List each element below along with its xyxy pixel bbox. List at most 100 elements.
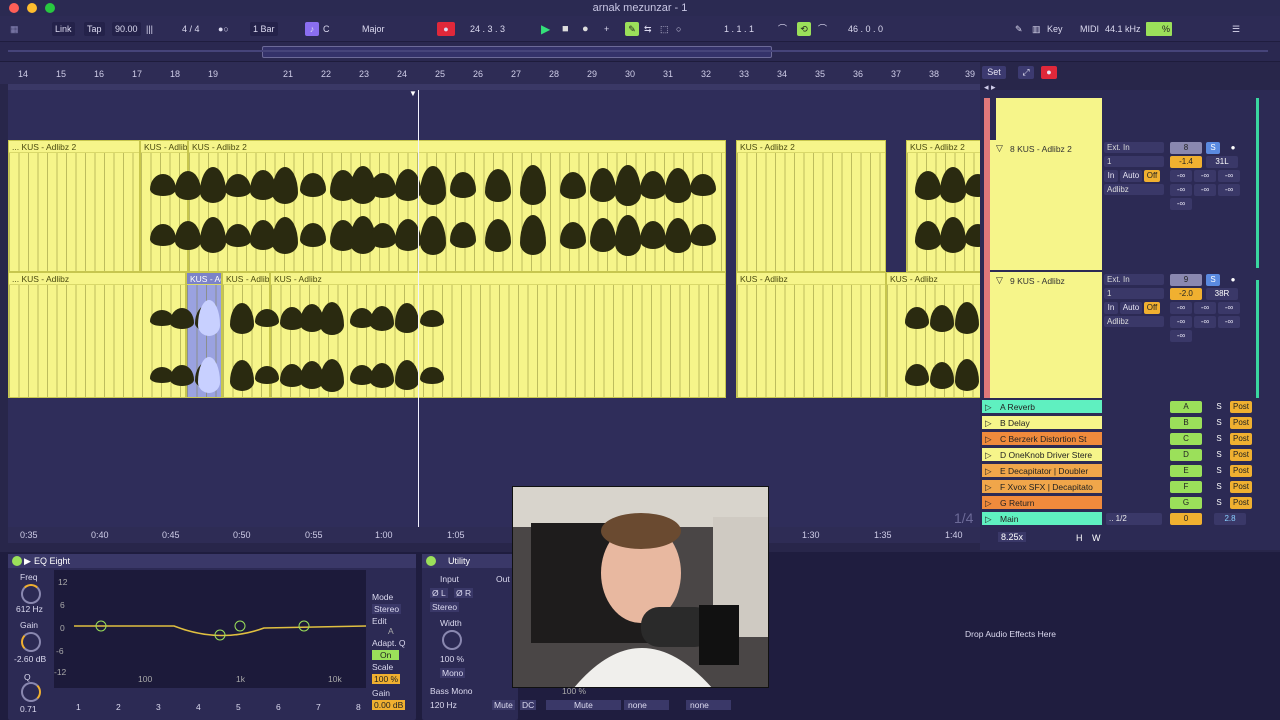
record-arrangement-button[interactable]: ● xyxy=(437,22,455,36)
monitor-auto-button[interactable]: Auto xyxy=(1120,170,1142,182)
view-toggle-icon[interactable]: ▦ xyxy=(10,22,19,36)
arrangement-view[interactable]: ... KUS - Adlibz 2 KUS - Adlib KUS - Adl… xyxy=(8,90,980,530)
send-a[interactable]: -∞ xyxy=(1170,170,1192,182)
solo-button[interactable]: S xyxy=(1206,142,1220,154)
input-channel-dropdown[interactable]: 1 xyxy=(1104,288,1164,299)
monitor-auto-button[interactable]: Auto xyxy=(1120,302,1142,314)
return-g-button[interactable]: G xyxy=(1170,497,1202,509)
song-position-field[interactable]: 24 . 3 . 3 xyxy=(470,22,505,36)
volume-field[interactable]: -1.4 xyxy=(1170,156,1202,168)
return-e-button[interactable]: E xyxy=(1170,465,1202,477)
fold-track-icon[interactable]: ▽ xyxy=(996,143,1003,154)
main-volume-field[interactable]: 2.8 xyxy=(1214,513,1246,525)
overdub-icon[interactable]: + xyxy=(604,22,609,36)
input-type-dropdown[interactable]: Ext. In xyxy=(1104,274,1164,285)
draw-mode-icon[interactable]: ✎ xyxy=(1015,22,1023,36)
width-knob[interactable] xyxy=(442,630,462,650)
link-button[interactable]: Link xyxy=(52,22,75,36)
monitor-off-button[interactable]: Off xyxy=(1144,170,1160,182)
channel-mode-dropdown[interactable]: Stereo xyxy=(430,602,460,612)
band-2[interactable]: 2 xyxy=(116,702,121,712)
loop-start-field[interactable]: 1 . 1 . 1 xyxy=(724,22,754,36)
close-window-button[interactable] xyxy=(9,3,19,13)
fold-icon[interactable]: ⤢ xyxy=(1018,66,1034,79)
monitor-off-button[interactable]: Off xyxy=(1144,302,1160,314)
solo-button[interactable]: S xyxy=(1206,274,1220,286)
record-automation-icon[interactable]: ● xyxy=(1041,66,1057,79)
main-track[interactable]: ▷ Main xyxy=(982,512,1102,526)
send-e[interactable]: -∞ xyxy=(1194,316,1216,328)
input-type-dropdown[interactable]: Ext. In xyxy=(1104,142,1164,153)
output-gain-field[interactable]: 0.00 dB xyxy=(372,700,406,710)
midi-map-button[interactable]: MIDI xyxy=(1080,22,1099,36)
send-b[interactable]: -∞ xyxy=(1194,302,1216,314)
capture-icon[interactable]: ⇆ xyxy=(644,22,652,36)
send-c[interactable]: -∞ xyxy=(1218,170,1240,182)
pan-field[interactable]: 38R xyxy=(1206,288,1238,300)
send-d[interactable]: -∞ xyxy=(1170,316,1192,328)
return-f-button[interactable]: F xyxy=(1170,481,1202,493)
edit-a-button[interactable]: A xyxy=(388,626,394,636)
return-track-g[interactable]: ▷ G Return xyxy=(982,496,1102,510)
band-5[interactable]: 5 xyxy=(236,702,241,712)
keyboard-icon[interactable]: ▥ xyxy=(1032,22,1041,36)
loop-length-field[interactable]: 46 . 0 . 0 xyxy=(848,22,883,36)
playhead[interactable] xyxy=(418,90,419,530)
bass-mono-button[interactable]: Bass Mono xyxy=(430,686,473,696)
eq-curve-display[interactable]: 12 6 0 -6 -12 100 1k 10k xyxy=(54,570,366,688)
return-b-post[interactable]: Post xyxy=(1230,417,1252,429)
chain-output-dropdown[interactable]: none xyxy=(686,700,731,710)
return-e-solo[interactable]: S xyxy=(1214,465,1224,477)
key-root-dropdown[interactable]: C xyxy=(323,22,330,36)
return-c-solo[interactable]: S xyxy=(1214,433,1224,445)
return-d-post[interactable]: Post xyxy=(1230,449,1252,461)
return-track-c[interactable]: ▷ C Berzerk Distortion St xyxy=(982,432,1102,446)
mono-button[interactable]: Mono xyxy=(440,668,466,678)
scale-mode-icon[interactable]: ♪ xyxy=(305,22,319,36)
quantize-dropdown[interactable]: 1 Bar xyxy=(250,22,278,36)
scale-field[interactable]: 100 % xyxy=(372,674,401,684)
set-locator-button[interactable]: Set xyxy=(982,66,1006,79)
band-3[interactable]: 3 xyxy=(156,702,161,712)
band-6[interactable]: 6 xyxy=(276,702,281,712)
playhead-marker-icon[interactable]: ▼ xyxy=(409,89,417,98)
return-track-d[interactable]: ▷ D OneKnob Driver Stere xyxy=(982,448,1102,462)
time-signature-field[interactable]: 4 / 4 xyxy=(182,22,200,36)
send-g[interactable]: -∞ xyxy=(1170,198,1192,210)
track-number-button[interactable]: 9 xyxy=(1170,274,1202,286)
track-8-header[interactable]: ▽ 8 KUS - Adlibz 2 xyxy=(990,140,1102,270)
group-track-header[interactable] xyxy=(996,98,1102,140)
gain-knob[interactable] xyxy=(21,632,41,652)
beat-ruler[interactable]: 14 15 16 17 18 19 21 22 23 24 25 26 27 2… xyxy=(0,62,980,84)
arm-button[interactable]: ● xyxy=(1228,142,1238,154)
bass-mono-freq[interactable]: 120 Hz xyxy=(430,700,457,710)
key-map-button[interactable]: Key xyxy=(1047,22,1063,36)
send-e[interactable]: -∞ xyxy=(1194,184,1216,196)
return-a-button[interactable]: A xyxy=(1170,401,1202,413)
tempo-field[interactable]: 90.00 xyxy=(112,22,141,36)
return-b-solo[interactable]: S xyxy=(1214,417,1224,429)
freq-knob[interactable] xyxy=(21,584,41,604)
return-b-button[interactable]: B xyxy=(1170,417,1202,429)
monitor-in-button[interactable]: In xyxy=(1104,170,1118,182)
return-a-post[interactable]: Post xyxy=(1230,401,1252,413)
record-button[interactable]: ● xyxy=(582,22,589,36)
phase-left-button[interactable]: Ø L xyxy=(430,588,448,598)
return-d-button[interactable]: D xyxy=(1170,449,1202,461)
punch-out-icon[interactable]: ⌒ xyxy=(818,22,827,36)
arrangement-overview[interactable] xyxy=(0,42,1280,62)
adaptive-q-toggle[interactable]: On xyxy=(372,650,400,660)
overview-viewport[interactable] xyxy=(262,46,772,58)
play-button[interactable]: ▶ xyxy=(541,22,550,36)
loop-icon[interactable]: ⬚ xyxy=(660,22,669,36)
fold-track-icon[interactable]: ▽ xyxy=(996,275,1003,286)
main-fraction-dropdown[interactable]: .. 1/2 xyxy=(1106,513,1162,525)
eq-eight-title[interactable]: ▶ EQ Eight xyxy=(8,554,416,568)
mode-dropdown[interactable]: Stereo xyxy=(372,604,402,614)
track-9-header[interactable]: ▽ 9 KUS - Adlibz xyxy=(990,272,1102,398)
band-1[interactable]: 1 xyxy=(76,702,81,712)
input-channel-dropdown[interactable]: 1 xyxy=(1104,156,1164,167)
device-on-icon[interactable] xyxy=(12,556,22,566)
return-e-post[interactable]: Post xyxy=(1230,465,1252,477)
automation-arm-icon[interactable]: ✎ xyxy=(625,22,639,36)
